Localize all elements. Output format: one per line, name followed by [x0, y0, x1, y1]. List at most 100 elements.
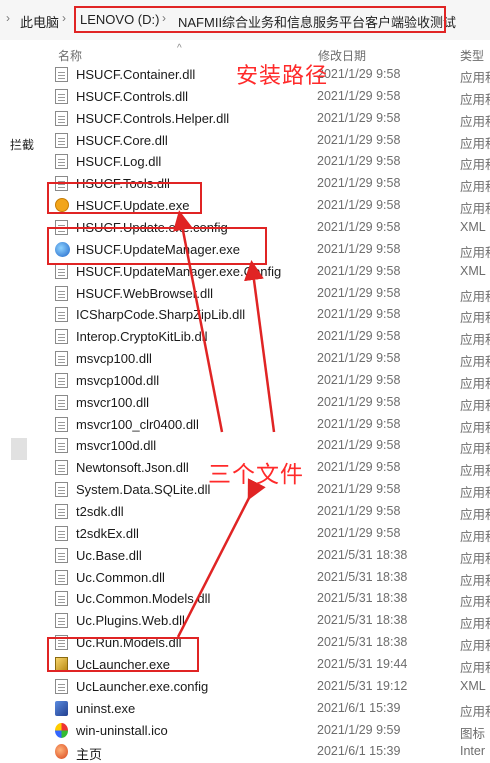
file-date-modified: 2021/1/29 9:58 — [317, 504, 401, 518]
file-row[interactable]: uninst.exe 2021/6/1 15:39 应用程 — [0, 698, 490, 720]
address-bar[interactable]: › 此电脑 › LENOVO (D:) › NAFMII综合业务和信息服务平台客… — [0, 0, 490, 40]
dll-icon — [55, 547, 68, 563]
file-type: 应用程 — [460, 114, 490, 129]
dll-icon — [55, 460, 68, 476]
chevron-right-icon: › — [6, 11, 10, 25]
file-type: 应用程 — [460, 573, 490, 588]
file-row[interactable]: HSUCF.Core.dll 2021/1/29 9:58 应用程 — [0, 130, 490, 152]
file-date-modified: 2021/1/29 9:58 — [317, 372, 401, 387]
file-name: msvcr100.dll — [76, 394, 149, 410]
file-date-modified: 2021/1/29 9:58 — [317, 438, 401, 453]
file-row[interactable]: Interop.CryptoKitLib.dll 2021/1/29 9:58 应用… — [0, 326, 490, 348]
file-row[interactable]: msvcr100_clr0400.dll 2021/1/29 9:58 应用程 — [0, 414, 490, 436]
file-row[interactable]: t2sdkEx.dll 2021/1/29 9:58 应用程 — [0, 523, 490, 545]
column-name[interactable]: 名称 — [58, 47, 82, 64]
dll-icon — [55, 67, 68, 82]
file-date-modified: 2021/5/31 18:38 — [317, 547, 408, 562]
file-name: Uc.Common.Models.dll — [76, 591, 211, 607]
file-type: 应用程 — [460, 595, 490, 610]
file-date-modified: 2021/5/31 18:38 — [317, 569, 408, 584]
sort-up-icon: ^ — [177, 43, 182, 54]
file-type: 应用程 — [460, 376, 490, 391]
file-name: HSUCF.Core.dll — [76, 132, 168, 148]
file-type: 应用程 — [460, 398, 490, 413]
file-date-modified: 2021/1/29 9:58 — [317, 88, 401, 103]
dll-icon — [55, 110, 68, 126]
file-name: HSUCF.WebBrowser.dll — [76, 285, 214, 301]
dll-icon — [55, 525, 68, 541]
file-name: msvcr100_clr0400.dll — [76, 416, 199, 432]
dll-icon — [55, 591, 68, 607]
dll-icon — [55, 569, 68, 585]
file-name: 主页 — [76, 747, 103, 763]
file-row[interactable]: ICSharpCode.SharpZipLib.dll 2021/1/29 9:5… — [0, 304, 490, 326]
file-row[interactable]: HSUCF.WebBrowser.dll 2021/1/29 9:58 应用程 — [0, 283, 490, 305]
file-row[interactable]: win-uninstall.ico 2021/1/29 9:59 图标 — [0, 720, 490, 742]
breadcrumb-this-pc[interactable]: 此电脑 — [20, 12, 59, 31]
file-date-modified: 2021/1/29 9:58 — [317, 351, 401, 366]
file-date-modified: 2021/6/1 15:39 — [317, 744, 401, 759]
file-date-modified: 2021/5/31 19:12 — [317, 678, 408, 693]
file-row[interactable]: Uc.Base.dll 2021/5/31 18:38 应用程 — [0, 545, 490, 567]
file-date-modified: 2021/1/29 9:58 — [317, 241, 401, 256]
file-name: msvcr100d.dll — [76, 438, 157, 454]
file-name: Uc.Base.dll — [76, 547, 142, 563]
file-row[interactable]: msvcp100.dll 2021/1/29 9:58 应用程 — [0, 348, 490, 370]
file-date-modified: 2021/5/31 18:38 — [317, 635, 408, 650]
file-name: HSUCF.UpdateManager.exe.Config — [76, 263, 282, 279]
file-type: 应用程 — [460, 355, 490, 370]
file-date-modified: 2021/1/29 9:58 — [317, 525, 401, 540]
dll-icon — [55, 394, 68, 410]
file-type: 应用程 — [460, 704, 490, 719]
dll-icon — [55, 307, 68, 323]
file-type: 应用程 — [460, 639, 490, 654]
file-name: t2sdk.dll — [76, 504, 124, 519]
update-manager-highlight-box — [47, 227, 267, 265]
dll-icon — [55, 504, 68, 519]
file-row[interactable]: msvcr100.dll 2021/1/29 9:58 应用程 — [0, 392, 490, 414]
file-date-modified: 2021/1/29 9:58 — [317, 198, 401, 213]
file-row[interactable]: msvcp100d.dll 2021/1/29 9:58 应用程 — [0, 370, 490, 392]
file-row[interactable]: 主页 2021/6/1 15:39 Inter — [0, 741, 490, 763]
file-row[interactable]: HSUCF.Controls.Helper.dll 2021/1/29 9:58 应… — [0, 108, 490, 130]
file-type: 应用程 — [460, 486, 490, 501]
file-type: 应用程 — [460, 529, 490, 544]
file-type: 应用程 — [460, 508, 490, 522]
file-date-modified: 2021/1/29 9:58 — [317, 110, 401, 125]
file-type: 应用程 — [460, 180, 490, 195]
file-date-modified: 2021/1/29 9:58 — [317, 329, 401, 344]
file-date-modified: 2021/1/29 9:58 — [317, 460, 401, 475]
dll-icon — [55, 88, 68, 104]
file-row[interactable]: HSUCF.Log.dll 2021/1/29 9:58 应用程 — [0, 151, 490, 173]
config-icon — [55, 678, 68, 694]
file-row[interactable]: t2sdk.dll 2021/1/29 9:58 应用程 — [0, 501, 490, 523]
install-path-highlight-box — [74, 6, 446, 33]
file-type: 应用程 — [460, 617, 490, 632]
file-type: 应用程 — [460, 245, 490, 260]
chevron-right-icon: › — [62, 11, 66, 25]
file-row[interactable]: Uc.Common.Models.dll 2021/5/31 18:38 应用程 — [0, 588, 490, 610]
file-row[interactable]: Uc.Plugins.Web.dll 2021/5/31 18:38 应用程 — [0, 610, 490, 632]
file-date-modified: 2021/1/29 9:59 — [317, 722, 401, 737]
column-type[interactable]: 类型 — [460, 47, 484, 64]
dll-icon — [55, 329, 68, 345]
file-date-modified: 2021/1/29 9:58 — [317, 176, 401, 191]
file-name: HSUCF.Controls.dll — [76, 88, 188, 104]
file-name: uninst.exe — [76, 700, 136, 716]
file-type: 应用程 — [460, 92, 490, 107]
dll-icon — [55, 132, 68, 148]
launcher-highlight-box — [47, 637, 199, 672]
dll-icon — [55, 285, 68, 301]
file-type: 应用程 — [460, 202, 490, 217]
file-name: UcLauncher.exe.config — [76, 678, 209, 694]
file-date-modified: 2021/1/29 9:58 — [317, 307, 401, 322]
config-icon — [55, 263, 68, 279]
file-type: 应用程 — [460, 311, 490, 326]
annotation-three-files: 三个文件 — [208, 461, 304, 487]
file-type: 应用程 — [460, 660, 490, 675]
file-date-modified: 2021/1/29 9:58 — [317, 394, 401, 409]
file-row[interactable]: Uc.Common.dll 2021/5/31 18:38 应用程 — [0, 567, 490, 589]
web-shortcut-icon — [55, 744, 68, 760]
file-type: Inter — [460, 744, 486, 759]
file-row[interactable]: UcLauncher.exe.config 2021/5/31 19:12 XML — [0, 676, 490, 698]
